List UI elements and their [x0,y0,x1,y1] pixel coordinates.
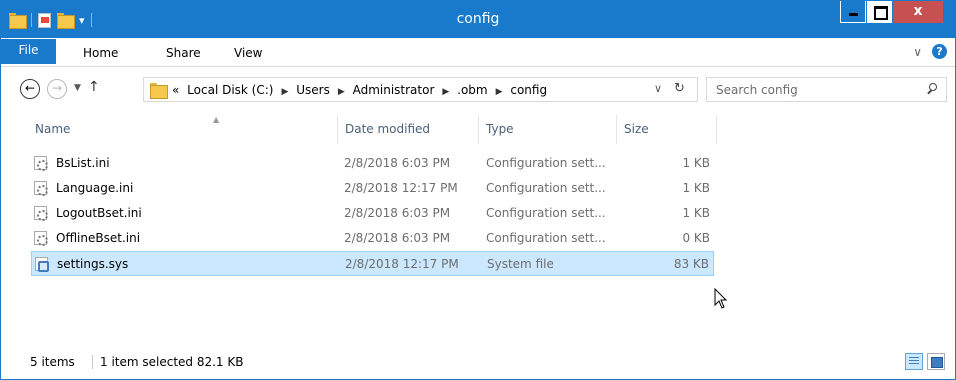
help-icon[interactable]: ? [932,44,947,59]
breadcrumb-local-disk[interactable]: Local Disk (C:) [187,83,273,97]
ribbon-tabs: File Home Share View ∨ ? [1,38,955,67]
breadcrumb: « Local Disk (C:) ▶ Users ▶ Administrator ▶… [172,83,551,97]
file-row[interactable]: Language.ini 2/8/2018 12:17 PM Configura… [31,176,714,201]
selection-info: 1 item selected 82.1 KB [100,355,244,369]
sort-ascending-icon: ▲ [213,115,220,124]
close-button[interactable]: x [893,1,943,23]
expand-ribbon-chevron-icon[interactable]: ∨ [913,45,922,59]
file-type: Configuration sett... [486,181,606,195]
minimize-button[interactable] [840,1,866,23]
tab-view[interactable]: View [234,46,262,60]
address-dropdown-icon[interactable]: ∨ [654,82,662,95]
search-icon[interactable] [926,83,937,94]
search-box[interactable]: Search config [706,77,947,102]
column-header-date-modified[interactable]: Date modified [338,115,479,144]
search-input[interactable]: Search config [716,83,798,97]
file-row-selected[interactable]: settings.sys 2/8/2018 12:17 PM System fi… [31,251,714,276]
file-row[interactable]: LogoutBset.ini 2/8/2018 6:03 PM Configur… [31,201,714,226]
breadcrumb-chevron-icon[interactable]: ▶ [338,87,345,97]
breadcrumb-chevron-icon[interactable]: ▶ [496,87,503,97]
breadcrumb-administrator[interactable]: Administrator [353,83,435,97]
status-divider [92,355,93,369]
close-icon: x [913,3,923,19]
column-header-label: Size [624,122,649,136]
file-type: System file [487,257,554,271]
breadcrumb-obm[interactable]: .obm [457,83,487,97]
up-button[interactable]: ↑ [88,79,100,95]
file-type: Configuration sett... [486,231,606,245]
config-file-icon [34,231,48,246]
details-view-icon[interactable] [905,353,923,370]
file-size: 1 KB [682,181,710,195]
file-name: LogoutBset.ini [56,206,142,220]
file-date: 2/8/2018 6:03 PM [344,206,451,220]
column-header-name[interactable]: Name ▲ [28,115,338,144]
column-header-type[interactable]: Type [479,115,617,144]
title-bar[interactable]: ▾ config x [1,1,955,38]
file-size: 1 KB [682,156,710,170]
breadcrumb-chevron-icon[interactable]: ▶ [442,87,449,97]
refresh-icon[interactable]: ↻ [674,81,685,96]
column-header-size[interactable]: Size [617,115,717,144]
large-icons-view-icon[interactable] [927,353,945,370]
file-name: Language.ini [56,181,134,195]
column-header-label: Name [35,122,71,136]
config-file-icon [34,206,48,221]
file-date: 2/8/2018 12:17 PM [344,181,458,195]
navigation-bar: ← → ▼ ↑ « Local Disk (C:) ▶ Users ▶ Admini… [1,67,955,115]
breadcrumb-chevron-icon[interactable]: ▶ [281,87,288,97]
breadcrumb-overflow[interactable]: « [172,83,179,97]
file-size: 0 KB [682,231,710,245]
explorer-window: ▾ config x File Home Share View ∨ ? ← → … [0,0,956,380]
file-type: Configuration sett... [486,156,606,170]
file-size: 83 KB [673,257,709,271]
tab-home[interactable]: Home [83,46,118,60]
tab-file[interactable]: File [1,39,56,64]
status-bar: 5 items 1 item selected 82.1 KB [1,343,955,379]
ribbon-controls: ∨ ? [913,44,947,59]
forward-button[interactable]: → [47,79,67,99]
file-size: 1 KB [682,206,710,220]
file-date: 2/8/2018 12:17 PM [345,257,459,271]
window-title: config [456,11,500,27]
address-bar[interactable]: « Local Disk (C:) ▶ Users ▶ Administrator ▶… [143,77,698,102]
breadcrumb-config[interactable]: config [510,83,547,97]
file-name: settings.sys [57,257,129,271]
system-file-icon [35,257,49,272]
file-row[interactable]: OfflineBset.ini 2/8/2018 6:03 PM Configu… [31,226,714,251]
file-date: 2/8/2018 6:03 PM [344,231,451,245]
tab-share[interactable]: Share [166,46,201,60]
column-header-label: Date modified [345,122,431,136]
config-file-icon [34,156,48,171]
file-name: BsList.ini [56,156,110,170]
file-date: 2/8/2018 6:03 PM [344,156,451,170]
file-row[interactable]: BsList.ini 2/8/2018 6:03 PM Configuratio… [31,151,714,176]
file-name: OfflineBset.ini [56,231,141,245]
breadcrumb-users[interactable]: Users [296,83,330,97]
item-count: 5 items [30,355,75,369]
maximize-button[interactable] [867,1,892,23]
mouse-pointer-icon [714,288,728,309]
folder-icon [150,83,168,99]
recent-locations-dropdown-icon[interactable]: ▼ [74,83,81,93]
column-header-label: Type [486,122,514,136]
back-button[interactable]: ← [20,79,40,99]
config-file-icon [34,181,48,196]
file-type: Configuration sett... [486,206,606,220]
